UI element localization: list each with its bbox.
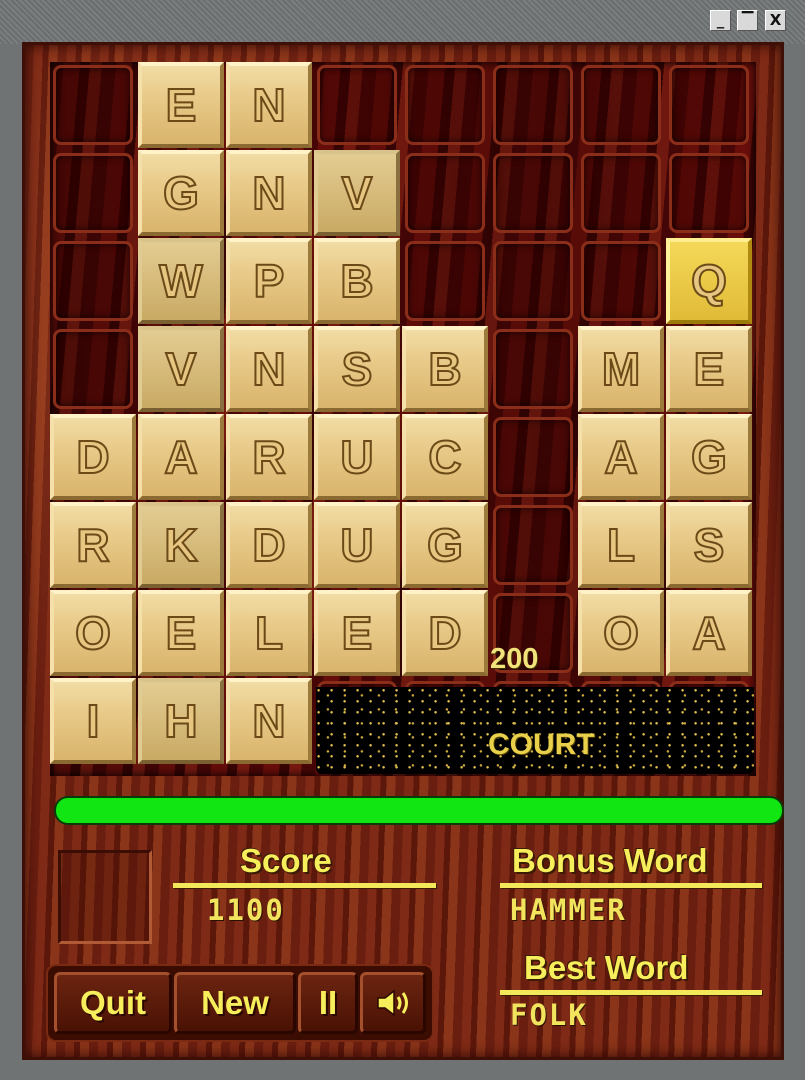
letter-tile[interactable]: E [138,62,224,148]
letter-tile[interactable]: E [138,590,224,676]
letter-tile[interactable]: G [666,414,752,500]
current-word: COURT [488,728,595,761]
letter-tile[interactable]: P [226,238,312,324]
letter-tile[interactable]: U [314,414,400,500]
letter-tile[interactable]: O [578,590,664,676]
letter-tile[interactable]: D [226,502,312,588]
board-cell [405,153,485,233]
best-word-value: FOLK [510,998,588,1032]
letter-tile[interactable]: N [226,678,312,764]
board-cell [581,153,661,233]
letter-tile[interactable]: V [314,150,400,236]
letter-tile[interactable]: C [402,414,488,500]
board-cell [493,505,573,585]
timer-bar [56,798,782,823]
bonus-word-value: HAMMER [510,893,627,927]
letter-tile[interactable]: D [402,590,488,676]
board-cell [53,241,133,321]
board-cell [53,153,133,233]
letter-tile[interactable]: N [226,326,312,412]
board-cell [581,65,661,145]
sound-button[interactable] [360,972,426,1034]
letter-tile[interactable]: N [226,150,312,236]
letter-tile[interactable]: B [402,326,488,412]
letter-tile[interactable]: W [138,238,224,324]
close-button[interactable]: X [765,10,786,31]
minimize-button[interactable]: _ [710,10,731,31]
letter-tile[interactable]: H [138,678,224,764]
letter-tile[interactable]: I [50,678,136,764]
letter-tile[interactable]: G [402,502,488,588]
letter-tile[interactable]: S [314,326,400,412]
board-cell [53,65,133,145]
quit-button[interactable]: Quit [54,972,172,1034]
letter-tile[interactable]: S [666,502,752,588]
best-word-label: Best Word [524,949,689,986]
maximize-button[interactable]: ▔ [737,10,758,31]
letter-tile[interactable]: K [138,502,224,588]
score-divider [173,883,436,888]
letter-tile[interactable]: G [138,150,224,236]
board-cell [317,65,397,145]
score-value: 1100 [207,893,285,927]
bonus-word-divider [500,883,762,888]
new-game-button[interactable]: New [174,972,296,1034]
board-cell [581,241,661,321]
game-board: ENGNVWPBQVNSBMEDARUCAGRKDUGLSOELEDOAIHN [50,62,756,776]
letter-tile[interactable]: L [226,590,312,676]
next-tile-preview [58,850,152,944]
board-cell [493,241,573,321]
letter-tile[interactable]: B [314,238,400,324]
board-cell [53,329,133,409]
speaker-icon [377,989,408,1017]
letter-tile[interactable]: Q [666,238,752,324]
word-points: 200 [490,643,539,675]
letter-tile[interactable]: N [226,62,312,148]
board-cell [669,65,749,145]
letter-tile[interactable]: E [666,326,752,412]
letter-tile[interactable]: L [578,502,664,588]
letter-tile[interactable]: D [50,414,136,500]
letter-tile[interactable]: A [578,414,664,500]
letter-tile[interactable]: U [314,502,400,588]
board-cell [405,65,485,145]
letter-tile[interactable]: M [578,326,664,412]
board-cell [405,241,485,321]
board-cell [493,417,573,497]
letter-tile[interactable]: R [50,502,136,588]
title-bar: _ ▔ X [0,0,805,44]
board-cell [493,153,573,233]
score-label: Score [240,842,332,879]
letter-tile[interactable]: O [50,590,136,676]
best-word-divider [500,990,762,995]
board-cell [493,65,573,145]
letter-tile[interactable]: E [314,590,400,676]
board-cell [493,329,573,409]
pause-button[interactable]: II [298,972,358,1034]
letter-tile[interactable]: V [138,326,224,412]
bonus-word-label: Bonus Word [512,842,708,879]
board-cell [669,153,749,233]
letter-tile[interactable]: R [226,414,312,500]
letter-tile[interactable]: A [138,414,224,500]
letter-tile[interactable]: A [666,590,752,676]
